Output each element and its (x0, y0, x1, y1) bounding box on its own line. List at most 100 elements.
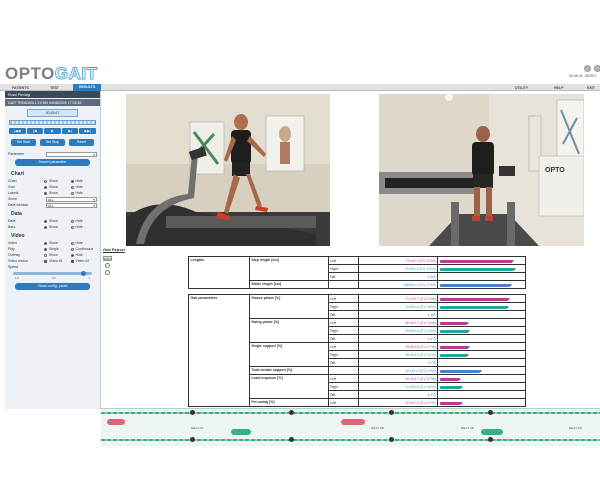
radio-icon[interactable] (70, 185, 74, 189)
bar-cell (437, 358, 526, 367)
zoom-in-icon[interactable] (105, 263, 110, 268)
radio-icon[interactable] (43, 191, 47, 195)
video-option-option-1[interactable]: Show (43, 241, 71, 245)
step-forward-button[interactable]: ▶| (61, 128, 79, 134)
zoom-button[interactable]: Zoom (103, 256, 112, 261)
value-cell: 71.7±0.7 (CV 1.0%) (357, 294, 439, 303)
value-cell: 42.1±1.0 (CV 2.3%) (357, 366, 439, 375)
video-option-option-1[interactable]: Show (43, 253, 71, 257)
radio-icon[interactable] (43, 185, 47, 189)
data-option-option-2[interactable]: Hide (70, 225, 98, 229)
radio-icon[interactable] (43, 253, 47, 257)
search-parameter-button[interactable]: Search parameter (15, 159, 90, 166)
side-cell: Left (327, 256, 359, 265)
marker-node[interactable] (389, 410, 394, 415)
chart-option-option-2[interactable]: Hide (70, 191, 98, 195)
category-cell: Lengths (188, 256, 250, 289)
menu-results[interactable]: RESULTS (73, 84, 102, 91)
marker-node[interactable] (289, 410, 294, 415)
step-back-button[interactable]: |◀ (26, 128, 44, 134)
marker-node[interactable] (488, 410, 493, 415)
video-front-view[interactable]: OPTO (379, 94, 584, 246)
minimize-button[interactable] (584, 65, 591, 72)
video-side-view[interactable] (126, 94, 330, 246)
video-2-checkbox[interactable] (70, 259, 74, 263)
chart-option-label: Labels (8, 191, 19, 195)
menu-test[interactable]: TEST (50, 86, 59, 90)
mean-value: 42.1±1.0 (405, 368, 419, 373)
data-option-option-2[interactable]: Hide (70, 219, 98, 223)
arrow-marker-icon: ◂ (511, 258, 514, 263)
bar-cell: ◂ (437, 366, 526, 375)
value-cell: 75.3±2.3 (CV 3.1%) (357, 264, 439, 273)
radio-icon[interactable] (70, 179, 74, 183)
set-start-button[interactable]: Set Start (11, 139, 36, 146)
front-view-frame: OPTO (379, 94, 584, 246)
skip-start-button[interactable]: |◀◀ (9, 128, 26, 134)
radio-icon[interactable] (70, 253, 74, 257)
video-1-option[interactable]: Video #1 (43, 259, 71, 263)
radio-icon[interactable] (43, 247, 47, 251)
radio-icon[interactable] (70, 219, 74, 223)
radio-icon[interactable] (70, 191, 74, 195)
marker-node[interactable] (488, 437, 493, 442)
side-cell (327, 280, 359, 289)
config-panel: Rossi Pierluigi GAIT TREADMILL 5 KMH 04/… (5, 91, 101, 409)
radio-icon[interactable] (43, 241, 47, 245)
set-stop-button[interactable]: Set Stop (40, 139, 65, 146)
step-label: Ste N. 20 (569, 426, 582, 430)
mean-value: 21.6±0.8 (405, 384, 419, 389)
chart-option-option-1[interactable]: Show (43, 191, 71, 195)
video-2-option[interactable]: Video #2 (70, 259, 98, 263)
speed-row: Speed (5, 264, 100, 270)
chart-option-option-2[interactable]: Hide (70, 185, 98, 189)
reset-button[interactable]: Reset (69, 139, 94, 146)
bar-cell: ◂ (437, 264, 526, 273)
skip-end-button[interactable]: ▶▶| (79, 128, 96, 134)
menu-exit[interactable]: EXIT (587, 86, 595, 90)
value-cell: -4.1% (357, 334, 439, 343)
speed-slider[interactable] (13, 271, 92, 276)
bar-cell (437, 390, 526, 399)
radio-icon[interactable] (70, 241, 74, 245)
data-option-option-1[interactable]: Show (43, 225, 71, 229)
parameter-select[interactable] (46, 151, 97, 157)
left-footprint (341, 419, 365, 425)
video-option-option-1[interactable]: Single (43, 247, 71, 251)
video-1-checkbox[interactable] (43, 259, 47, 263)
parameter-name: Stance phase [%] (248, 294, 329, 319)
zoom-out-icon[interactable] (105, 270, 110, 275)
video-option-option-2[interactable]: Hide (70, 241, 98, 245)
side-cell (327, 366, 359, 375)
menu-help[interactable]: HELP (554, 86, 563, 90)
chart-option-option-1[interactable]: Show (43, 185, 71, 189)
video-option-option-2[interactable]: Continuous (70, 247, 98, 251)
marker-node[interactable] (190, 437, 195, 442)
data-option-option-1[interactable]: Show (43, 219, 71, 223)
data-window-select[interactable]: ALL (46, 202, 97, 208)
radio-icon[interactable] (43, 225, 47, 229)
footprint-strip[interactable]: Ste N. 17 Ste N. 18 Ste N. 19 Ste N. 20 (101, 408, 600, 446)
menu-utility[interactable]: UTILITY (515, 86, 528, 90)
marker-node[interactable] (389, 437, 394, 442)
chart-option-option-1[interactable]: Show (43, 179, 71, 183)
timeline-scrubber[interactable] (9, 120, 96, 125)
side-cell: Left (327, 294, 359, 303)
radio-icon[interactable] (43, 219, 47, 223)
play-button[interactable]: ▶ (44, 128, 61, 134)
radio-icon[interactable] (70, 225, 74, 229)
marker-node[interactable] (190, 410, 195, 415)
video-option-option-2[interactable]: Hide (70, 253, 98, 257)
close-button[interactable] (594, 65, 600, 72)
radio-icon[interactable] (70, 247, 74, 251)
marker-node[interactable] (289, 437, 294, 442)
value-cell: 73.4±2.3 (CV 3.1%) (357, 256, 439, 265)
video-section-title: Video (11, 233, 25, 239)
chart-option-option-2[interactable]: Hide (70, 179, 98, 183)
radio-icon[interactable] (43, 179, 47, 183)
close-config-panel-button[interactable]: Close config. panel (15, 283, 90, 290)
speed-slider-thumb[interactable] (80, 271, 86, 276)
show-select[interactable]: ALL (46, 196, 97, 202)
menu-patients[interactable]: PATIENTS (12, 86, 29, 90)
value-cell: -6.1% (357, 390, 439, 399)
